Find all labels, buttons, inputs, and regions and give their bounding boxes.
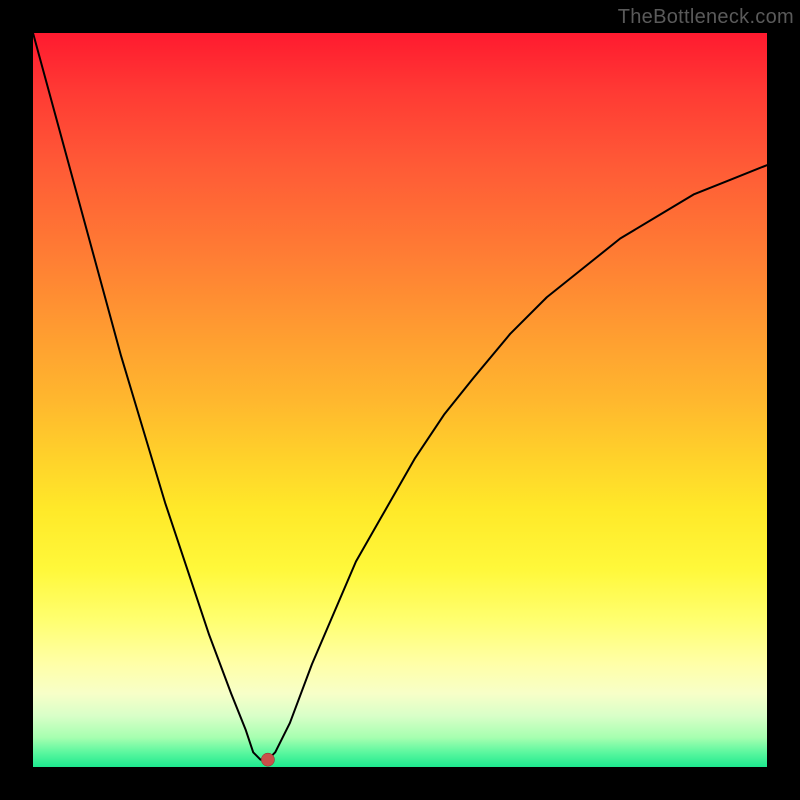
watermark-text: TheBottleneck.com [618, 6, 794, 29]
chart-frame: TheBottleneck.com [0, 0, 800, 800]
bottleneck-curve [33, 33, 767, 767]
curve-path [33, 33, 767, 760]
plot-area [33, 33, 767, 767]
optimal-point-marker [261, 753, 274, 766]
